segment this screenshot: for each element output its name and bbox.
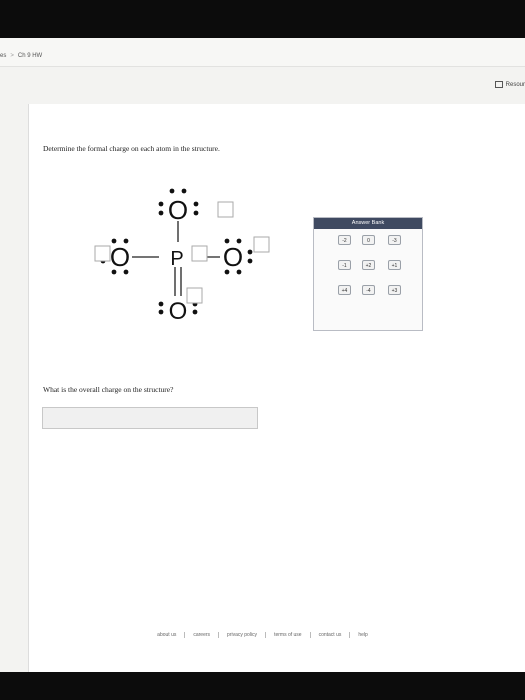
- footer-contact-us[interactable]: contact us: [311, 632, 351, 638]
- question-card: Determine the formal charge on each atom…: [28, 104, 525, 672]
- atom-o-top: O: [168, 195, 188, 225]
- breadcrumb: es > Ch 9 HW: [0, 53, 42, 59]
- footer-help[interactable]: help: [350, 632, 375, 638]
- chip-minus-4[interactable]: -4: [362, 285, 375, 295]
- chip-minus-2[interactable]: -2: [338, 235, 351, 245]
- resources-label: Resour: [505, 81, 525, 88]
- footer-links: about us careers privacy policy terms of us…: [0, 632, 525, 638]
- resources-icon: [494, 81, 503, 88]
- footer-careers[interactable]: careers: [185, 632, 220, 638]
- atom-o-right: O: [223, 242, 243, 272]
- chevron-right-icon: >: [10, 53, 14, 59]
- question-overall-charge: What is the overall charge on the struct…: [43, 385, 174, 394]
- chip-minus-3[interactable]: -3: [388, 235, 401, 245]
- chip-minus-1[interactable]: -1: [338, 260, 351, 270]
- footer-terms-of-use[interactable]: terms of use: [266, 632, 311, 638]
- chip-plus-4[interactable]: +4: [338, 285, 351, 295]
- resources-button[interactable]: Resour: [494, 81, 525, 88]
- chip-plus-3[interactable]: +3: [388, 285, 401, 295]
- atom-o-bottom: O: [169, 298, 188, 325]
- charge-box-o-left[interactable]: [94, 245, 111, 262]
- answer-bank: Answer Bank -2 0 -3 -1 +2 +1 +4 -4 +3: [313, 217, 423, 331]
- chip-plus-1[interactable]: +1: [388, 260, 401, 270]
- charge-box-o-top[interactable]: [217, 201, 234, 218]
- overall-charge-input[interactable]: [42, 407, 258, 429]
- lewis-structure: O O P O O: [94, 188, 270, 325]
- top-bar: es > Ch 9 HW: [0, 38, 525, 67]
- breadcrumb-current[interactable]: Ch 9 HW: [18, 53, 42, 59]
- atom-p-center: P: [170, 248, 183, 270]
- answer-bank-title: Answer Bank: [314, 218, 422, 229]
- browser-viewport: es > Ch 9 HW Resour Determine the formal c…: [0, 38, 525, 672]
- charge-box-o-bottom[interactable]: [186, 287, 203, 304]
- footer-about-us[interactable]: about us: [149, 632, 186, 638]
- chip-plus-2[interactable]: +2: [362, 260, 375, 270]
- breadcrumb-prev[interactable]: es: [0, 53, 6, 59]
- atom-o-left: O: [110, 242, 130, 272]
- question-formal-charge: Determine the formal charge on each atom…: [43, 144, 220, 153]
- charge-box-p[interactable]: [191, 245, 208, 262]
- footer-privacy-policy[interactable]: privacy policy: [219, 632, 267, 638]
- charge-box-o-right[interactable]: [253, 236, 270, 253]
- chip-0[interactable]: 0: [362, 235, 375, 245]
